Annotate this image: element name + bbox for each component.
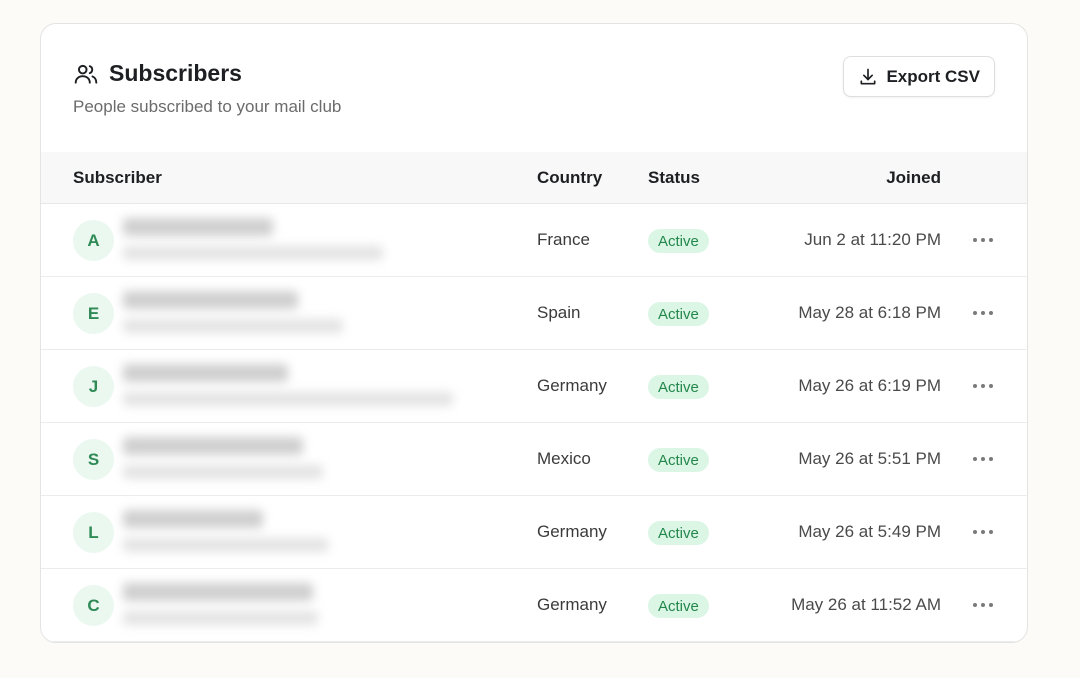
status-badge: Active <box>648 594 709 618</box>
country-cell: Mexico <box>537 449 591 468</box>
status-badge: Active <box>648 448 709 472</box>
status-badge: Active <box>648 229 709 253</box>
table-row[interactable]: J Germany Active May 26 at 6:19 PM <box>41 350 1027 423</box>
avatar: L <box>73 512 114 553</box>
more-horizontal-icon[interactable] <box>971 226 995 254</box>
table-header: Subscriber Country Status Joined <box>41 152 1027 204</box>
joined-cell: Jun 2 at 11:20 PM <box>804 230 941 249</box>
joined-cell: May 26 at 5:51 PM <box>798 449 941 468</box>
export-csv-label: Export CSV <box>886 66 980 86</box>
more-horizontal-icon[interactable] <box>971 299 995 327</box>
more-horizontal-icon[interactable] <box>971 445 995 473</box>
table-row[interactable]: L Germany Active May 26 at 5:49 PM <box>41 496 1027 569</box>
column-header-joined: Joined <box>886 168 941 187</box>
users-icon <box>73 61 99 87</box>
avatar: E <box>73 293 114 334</box>
table-row[interactable]: A France Active Jun 2 at 11:20 PM <box>41 204 1027 277</box>
card-header: Subscribers People subscribed to your ma… <box>41 24 1027 152</box>
more-horizontal-icon[interactable] <box>971 591 995 619</box>
country-cell: Germany <box>537 522 607 541</box>
column-header-status: Status <box>648 168 700 187</box>
joined-cell: May 28 at 6:18 PM <box>798 303 941 322</box>
country-cell: France <box>537 230 590 249</box>
country-cell: Germany <box>537 595 607 614</box>
table-row[interactable]: C Germany Active May 26 at 11:52 AM <box>41 569 1027 642</box>
joined-cell: May 26 at 5:49 PM <box>798 522 941 541</box>
table-row[interactable]: S Mexico Active May 26 at 5:51 PM <box>41 423 1027 496</box>
table-row[interactable]: E Spain Active May 28 at 6:18 PM <box>41 277 1027 350</box>
redacted-subscriber-info <box>123 579 403 633</box>
column-header-subscriber: Subscriber <box>73 168 162 187</box>
avatar: J <box>73 366 114 407</box>
redacted-subscriber-info <box>123 214 403 268</box>
joined-cell: May 26 at 6:19 PM <box>798 376 941 395</box>
page-subtitle: People subscribed to your mail club <box>73 97 342 116</box>
status-badge: Active <box>648 375 709 399</box>
status-badge: Active <box>648 302 709 326</box>
redacted-subscriber-info <box>123 433 403 487</box>
download-icon <box>858 67 878 87</box>
country-cell: Spain <box>537 303 581 322</box>
redacted-subscriber-info <box>123 506 403 560</box>
status-badge: Active <box>648 521 709 545</box>
subscribers-card: Subscribers People subscribed to your ma… <box>40 23 1028 643</box>
avatar: C <box>73 585 114 626</box>
avatar: S <box>73 439 114 480</box>
page-title: Subscribers <box>109 60 242 86</box>
joined-cell: May 26 at 11:52 AM <box>791 595 941 614</box>
avatar: A <box>73 220 114 261</box>
redacted-subscriber-info <box>123 287 403 341</box>
export-csv-button[interactable]: Export CSV <box>843 56 995 97</box>
column-header-country: Country <box>537 168 603 187</box>
more-horizontal-icon[interactable] <box>971 518 995 546</box>
redacted-subscriber-info <box>123 360 453 414</box>
country-cell: Germany <box>537 376 607 395</box>
title-row: Subscribers <box>73 60 242 87</box>
more-horizontal-icon[interactable] <box>971 372 995 400</box>
